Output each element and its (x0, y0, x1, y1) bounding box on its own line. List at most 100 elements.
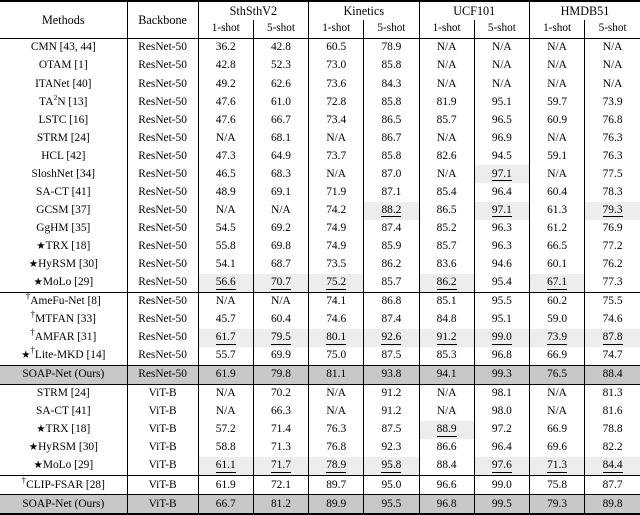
cell-score: N/A (529, 403, 586, 422)
cell-score: N/A (308, 403, 365, 422)
cell-score: 72.1 (253, 475, 310, 495)
cell-backbone: ResNet-50 (127, 111, 199, 130)
cell-score: N/A (419, 383, 475, 404)
cell-backbone: ResNet-50 (127, 183, 199, 202)
cell-method: SOAP-Net (Ours) (0, 364, 128, 385)
cell-score: 64.9 (253, 147, 310, 166)
cell-score: 42.8 (253, 38, 310, 58)
method-label: LSTC [16] (38, 113, 89, 126)
method-label: SA-CT [41] (36, 185, 91, 198)
cell-score: N/A (419, 75, 475, 94)
cell-score: 52.3 (253, 57, 310, 76)
score-value: 80.1 (326, 331, 347, 345)
cell-score: 83.6 (419, 255, 475, 274)
cell-score: 95.8 (363, 457, 420, 476)
method-label: CMN [43, 44] (30, 41, 96, 54)
method-label: HyRSM [30] (38, 257, 98, 270)
method-label: SOAP-Net (Ours) (22, 497, 105, 510)
cell-score: 73.0 (308, 57, 365, 76)
table-row: STRM [24] ViT-B N/A 70.2 N/A 91.2 N/A 98.1 N/A 81… (0, 383, 640, 404)
table-row: GgHM [35] ResNet-50 54.5 69.2 74.9 87.4 85.2 96… (0, 219, 640, 238)
star-icon: ★ (33, 276, 43, 288)
results-table: Methods Backbone SthSthV2 Kinetics UCF10… (0, 0, 640, 515)
cell-score: 78.9 (308, 457, 365, 476)
cell-backbone: ResNet-50 (127, 147, 199, 166)
method-label: MoLo [29] (42, 459, 94, 472)
star-icon: ★ (36, 240, 46, 252)
cell-score: 74.6 (602, 313, 623, 326)
cell-score: 61.2 (529, 219, 586, 238)
header-methods: Methods (0, 0, 128, 39)
cell-score: 89.8 (584, 494, 640, 515)
header-dataset-hmdb51: HMDB51 (529, 0, 640, 21)
cell-score: 55.7 (198, 346, 254, 366)
cell-score: 87.1 (363, 183, 420, 202)
cell-backbone: ResNet-50 (127, 93, 199, 112)
cell-score: 45.7 (198, 310, 254, 329)
cell-score: 89.9 (308, 494, 365, 515)
cell-backbone: ResNet-50 (127, 237, 199, 256)
cell-score: N/A (474, 38, 530, 58)
cell-method: †CLIP-FSAR [28] (0, 475, 128, 495)
cell-score: 85.7 (419, 237, 475, 256)
cell-score: 87.5 (363, 346, 420, 366)
method-label: CLIP-FSAR [28] (26, 478, 105, 491)
cell-score: 67.1 (529, 273, 586, 293)
header-ucf101-5shot: 5-shot (474, 20, 530, 39)
cell-score: 76.2 (602, 257, 623, 270)
table-row: ★MoLo [29] ViT-B 61.1 71.7 78.9 95.8 88.4 97.6 7… (0, 457, 640, 476)
header-backbone: Backbone (127, 0, 199, 39)
cell-method: HCL [42] (0, 147, 128, 166)
cell-score: 74.2 (308, 201, 365, 220)
cell-score: N/A (308, 129, 365, 148)
score-value: 78.9 (326, 459, 347, 473)
method-label: STRM [24] (36, 387, 90, 400)
cell-score: 85.8 (363, 93, 420, 112)
cell-score: 92.6 (363, 328, 420, 347)
cell-score: 77.5 (602, 167, 623, 180)
cell-score: 42.8 (198, 57, 254, 76)
cell-score: 68.7 (253, 255, 310, 274)
header-ucf101-1shot: 1-shot (419, 20, 475, 39)
score-value: 95.8 (381, 459, 402, 473)
cell-score: 96.3 (474, 219, 530, 238)
cell-score: 48.9 (198, 183, 254, 202)
table-row: SA-CT [41] ResNet-50 48.9 69.1 71.9 87.1 85.4 9… (0, 183, 640, 202)
method-label: OTAM [1] (38, 59, 88, 72)
cell-score: N/A (198, 291, 254, 311)
cell-score: 75.2 (308, 273, 365, 293)
header-hmdb51-1shot: 1-shot (529, 20, 586, 39)
cell-score: 88.2 (363, 201, 420, 220)
score-value: 84.4 (602, 459, 623, 473)
cell-score: 85.1 (419, 291, 475, 311)
cell-score: 66.3 (253, 403, 310, 422)
table-row: SA-CT [41] ViT-B N/A 66.3 N/A 91.2 N/A 98.0 N/A 8… (0, 403, 640, 422)
cell-method: ITANet [40] (0, 75, 128, 94)
method-label: ITANet [40] (35, 77, 92, 90)
cell-score: 84.4 (584, 457, 640, 476)
cell-score: 66.7 (198, 494, 254, 515)
cell-score: 87.4 (363, 310, 420, 329)
header-kinetics-5shot: 5-shot (363, 20, 420, 39)
score-value: 79.5 (270, 331, 291, 345)
score-value: 70.7 (270, 276, 291, 290)
cell-backbone: ViT-B (127, 475, 199, 495)
cell-method: SOAP-Net (Ours) (0, 494, 128, 515)
cell-score: 86.2 (363, 255, 420, 274)
cell-score: 71.3 (529, 457, 586, 476)
cell-score: 96.4 (474, 183, 530, 202)
cell-score: 85.4 (419, 183, 475, 202)
method-label: TRX [18] (45, 239, 91, 252)
cell-score: 55.8 (198, 237, 254, 256)
header-sthsthv2-1shot: 1-shot (198, 20, 254, 39)
table-row: CMN [43, 44] ResNet-50 36.2 42.8 60.5 78.9 N/A… (0, 38, 640, 58)
cell-score: 95.5 (474, 291, 530, 311)
cell-method: †MTFAN [33] (0, 310, 128, 329)
method-label: STRM [24] (36, 131, 90, 144)
cell-backbone: ResNet-50 (127, 129, 199, 148)
table-row: STRM [24] ResNet-50 N/A 68.1 N/A 86.7 N/A 96.9 N… (0, 129, 640, 148)
cell-method: SA-CT [41] (0, 183, 128, 202)
cell-score: 66.9 (529, 346, 586, 366)
cell-score: 91.2 (363, 383, 420, 404)
cell-score: 73.6 (308, 75, 365, 94)
